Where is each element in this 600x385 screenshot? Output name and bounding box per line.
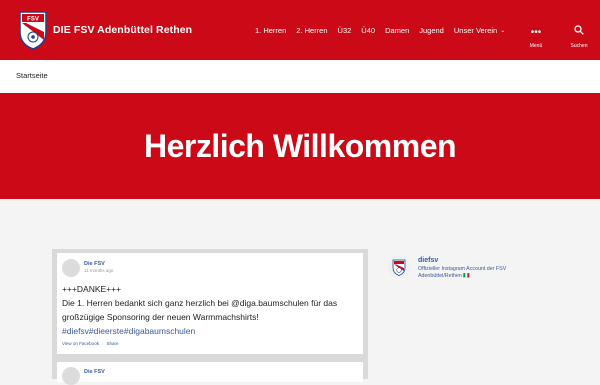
post-author[interactable]: Die FSV xyxy=(84,261,105,267)
instagram-username[interactable]: diefsv xyxy=(418,257,438,264)
search-button[interactable]: Suchen xyxy=(568,22,590,49)
nav-item-u32[interactable]: Ü32 xyxy=(338,26,352,35)
separator: · xyxy=(101,341,104,346)
club-logo-text: FSV xyxy=(27,17,39,23)
menu-button[interactable]: ••• Menü xyxy=(526,22,546,50)
chevron-down-icon: ⌄ xyxy=(500,28,506,34)
breadcrumb[interactable]: Startseite xyxy=(16,71,48,80)
nav-item-unser-verein[interactable]: Unser Verein ⌄ xyxy=(454,26,515,35)
main-nav: 1. Herren 2. Herren Ü32 Ü40 Damen Jugend… xyxy=(255,26,515,35)
site-title[interactable]: DIE FSV Adenbüttel Rethen xyxy=(53,24,192,36)
share-link[interactable]: Share xyxy=(106,341,118,346)
instagram-avatar[interactable] xyxy=(388,256,410,278)
post-text-line: großzügige Sponsoring der neuen Warmmach… xyxy=(62,312,259,322)
facebook-post: Die FSV xyxy=(57,362,363,385)
nav-item-jugend[interactable]: Jugend xyxy=(419,26,444,35)
club-logo-icon xyxy=(388,256,410,278)
avatar[interactable] xyxy=(62,259,80,277)
search-label: Suchen xyxy=(570,43,588,49)
post-actions: View on Facebook · Share xyxy=(62,341,118,346)
nav-item-damen[interactable]: Damen xyxy=(385,26,409,35)
hero-banner: Herzlich Willkommen xyxy=(0,93,600,199)
post-author[interactable]: Die FSV xyxy=(84,369,105,375)
view-on-facebook-link[interactable]: View on Facebook xyxy=(62,341,99,346)
post-hashtags[interactable]: #diefsv#dieerste#digabaumschulen xyxy=(62,326,195,336)
nav-item-u40[interactable]: Ü40 xyxy=(361,26,375,35)
nav-item-1-herren[interactable]: 1. Herren xyxy=(255,26,286,35)
club-logo[interactable]: FSV xyxy=(18,10,48,50)
more-dots-icon: ••• xyxy=(530,27,542,38)
breadcrumb-bar: Startseite xyxy=(0,60,600,93)
search-icon xyxy=(574,25,584,35)
nav-item-unser-verein-label: Unser Verein xyxy=(453,26,498,35)
post-text-line: +++DANKE+++ xyxy=(62,284,122,294)
menu-label: Menü xyxy=(529,43,543,49)
site-header: FSV DIE FSV Adenbüttel Rethen 1. Herren … xyxy=(0,0,600,60)
nav-item-2-herren[interactable]: 2. Herren xyxy=(296,26,327,35)
facebook-post: Die FSV 11 months ago +++DANKE+++ Die 1.… xyxy=(57,253,363,354)
avatar[interactable] xyxy=(62,367,80,385)
page-title: Herzlich Willkommen xyxy=(143,128,457,164)
instagram-bio: Adenbüttel/Rethen 🇮🇹 xyxy=(418,273,470,279)
post-time: 11 months ago xyxy=(84,268,114,273)
post-text-line: Die 1. Herren bedankt sich ganz herzlich… xyxy=(62,298,338,308)
instagram-bio: Offizieller Instagram Account der FSV xyxy=(418,266,507,272)
